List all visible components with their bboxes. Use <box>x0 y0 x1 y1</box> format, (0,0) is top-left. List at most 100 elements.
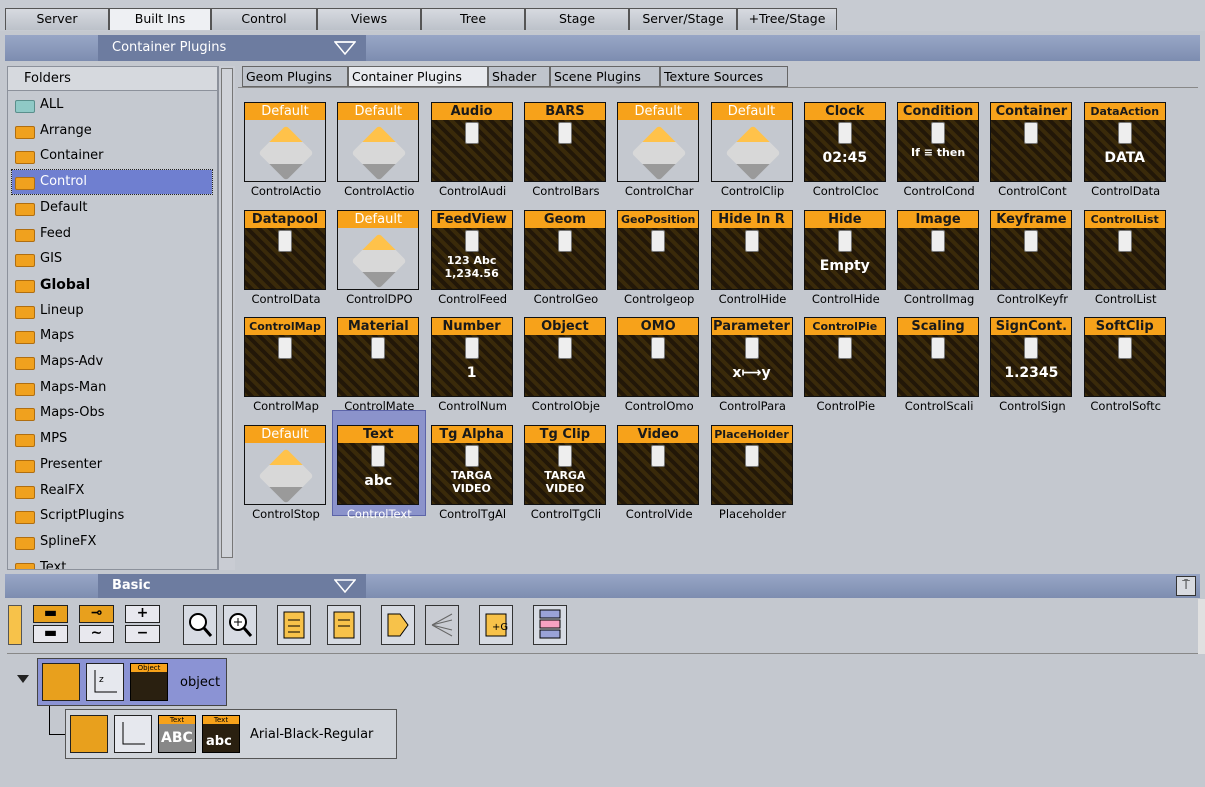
tab-container-plugins[interactable]: Container Plugins <box>348 66 488 87</box>
plugin-controldata[interactable]: Datapool ControlData <box>240 196 332 306</box>
collapse-tree-icon[interactable] <box>327 605 361 645</box>
folder-item-arrange[interactable]: Arrange <box>12 119 212 143</box>
plugin-controlhide[interactable]: Hide In R ControlHide <box>707 196 799 306</box>
folder-item-maps-man[interactable]: Maps-Man <box>12 376 212 400</box>
plugin-controlpara[interactable]: Parameter x⟼y ControlPara <box>707 303 799 413</box>
group-icon[interactable]: +G <box>479 605 513 645</box>
plugin-controlcond[interactable]: Condition If ≡ then ControlCond <box>893 88 985 198</box>
plugin-controlchar[interactable]: Default ControlChar <box>613 88 705 198</box>
split-icon[interactable] <box>425 605 459 645</box>
plugin-controlsign[interactable]: SignCont. 1.2345 ControlSign <box>986 303 1078 413</box>
folder-item-maps[interactable]: Maps <box>12 324 212 348</box>
remove-node-button[interactable]: ▬ <box>33 625 68 643</box>
plugin-controlomo[interactable]: OMO ControlOmo <box>613 303 705 413</box>
wave-button[interactable]: ∼ <box>79 625 114 643</box>
plugin-controlobje[interactable]: Object ControlObje <box>520 303 612 413</box>
plus-button[interactable]: + <box>125 605 160 623</box>
minus-button[interactable]: − <box>125 625 160 643</box>
plugin-controlgeo[interactable]: Geom ControlGeo <box>520 196 612 306</box>
folder-item-control[interactable]: Control <box>11 169 213 196</box>
folder-icon <box>15 125 35 139</box>
tab-server[interactable]: Server <box>5 8 109 30</box>
pin-icon[interactable]: ⍑ <box>1176 576 1196 596</box>
plugin-controlbars[interactable]: BARS ControlBars <box>520 88 612 198</box>
layout-icon[interactable] <box>533 605 567 645</box>
plugin-controlactio[interactable]: Default ControlActio <box>240 88 332 198</box>
folder-item-global[interactable]: Global <box>12 273 212 297</box>
expand-tree-icon[interactable] <box>277 605 311 645</box>
folder-item-default[interactable]: Default <box>12 196 212 220</box>
folder-item-lineup[interactable]: Lineup <box>12 299 212 323</box>
star-icon[interactable] <box>8 605 22 645</box>
tree-node-text[interactable]: Text ABC Text abc Arial-Black-Regular <box>65 709 397 759</box>
tab-tree[interactable]: Tree <box>421 8 525 30</box>
plugin-badge: Video <box>618 426 699 444</box>
folder-item-splinefx[interactable]: SplineFX <box>12 530 212 554</box>
plugin-controlmate[interactable]: Material ControlMate <box>333 303 425 413</box>
plugin-icon: ControlMap <box>244 317 326 398</box>
plugin-controlkeyfr[interactable]: Keyframe ControlKeyfr <box>986 196 1078 306</box>
plugin-controltgcli[interactable]: Tg Clip TARGA VIDEO ControlTgCli <box>520 411 612 521</box>
folder-item-maps-adv[interactable]: Maps-Adv <box>12 350 212 374</box>
plugin-controldata[interactable]: DataAction DATA ControlData <box>1080 88 1172 198</box>
plugin-placeholder[interactable]: PlaceHolder Placeholder <box>707 411 799 521</box>
tree-node-object[interactable]: z Object object <box>37 658 227 706</box>
scrollbar-thumb[interactable] <box>221 68 233 558</box>
folder-icon <box>15 511 35 525</box>
folder-item-maps-obs[interactable]: Maps-Obs <box>12 401 212 425</box>
tab-texture-sources[interactable]: Texture Sources <box>660 66 788 87</box>
basic-dropdown[interactable]: Basic <box>98 574 366 598</box>
abc-text: abc <box>206 734 232 749</box>
plugin-controlfeed[interactable]: FeedView 123 Abc 1,234.56 ControlFeed <box>427 196 519 306</box>
folder-item-realfx[interactable]: RealFX <box>12 479 212 503</box>
plugin-controlcloc[interactable]: Clock 02:45 ControlCloc <box>800 88 892 198</box>
plugin-controlaudi[interactable]: Audio ControlAudi <box>427 88 519 198</box>
tab-tree-stage[interactable]: +Tree/Stage <box>737 8 837 30</box>
merge-icon[interactable] <box>381 605 415 645</box>
folders-scrollbar[interactable] <box>218 66 235 570</box>
tab-scene-plugins[interactable]: Scene Plugins <box>550 66 660 87</box>
plugin-controltgal[interactable]: Tg Alpha TARGA VIDEO ControlTgAl <box>427 411 519 521</box>
add-node-button[interactable]: ▬ <box>33 605 68 623</box>
plugin-controldpo[interactable]: Default ControlDPO <box>333 196 425 306</box>
plugin-controlpie[interactable]: ControlPie ControlPie <box>800 303 892 413</box>
folder-item-all[interactable]: ALL <box>12 93 212 117</box>
plugin-art-text: 1.2345 <box>1004 365 1059 382</box>
tab-views[interactable]: Views <box>317 8 421 30</box>
plugin-controlscali[interactable]: Scaling ControlScali <box>893 303 985 413</box>
plugin-controlclip[interactable]: Default ControlClip <box>707 88 799 198</box>
plugin-controltext[interactable]: Text abc ControlText <box>332 410 427 521</box>
folder-item-container[interactable]: Container <box>12 144 212 168</box>
plugin-controlmap[interactable]: ControlMap ControlMap <box>240 303 332 413</box>
expand-arrow-icon[interactable] <box>16 674 30 684</box>
container-toggle-button[interactable]: ⊸ <box>79 605 114 623</box>
plugin-controlvide[interactable]: Video ControlVide <box>613 411 705 521</box>
plugin-controllist[interactable]: ControlList ControlList <box>1080 196 1172 306</box>
tab-control[interactable]: Control <box>211 8 317 30</box>
tab-built-ins[interactable]: Built Ins <box>109 8 211 30</box>
zoom-out-icon[interactable] <box>183 605 217 645</box>
plugin-controlhide[interactable]: Hide Empty ControlHide <box>800 196 892 306</box>
plugin-controlstop[interactable]: Default ControlStop <box>240 411 332 521</box>
plug-icon <box>1117 229 1132 252</box>
folder-icon <box>15 100 35 113</box>
tab-shader[interactable]: Shader <box>488 66 550 87</box>
folder-item-text[interactable]: Text <box>12 556 212 569</box>
plugin-controlcont[interactable]: Container ControlCont <box>986 88 1078 198</box>
plugin-controlgeop[interactable]: GeoPosition Controlgeop <box>613 196 705 306</box>
plugin-controlsoftc[interactable]: SoftClip ControlSoftc <box>1080 303 1172 413</box>
tab-server-stage[interactable]: Server/Stage <box>629 8 737 30</box>
folder-item-gis[interactable]: GIS <box>12 247 212 271</box>
plugin-category-dropdown[interactable]: Container Plugins <box>98 35 366 61</box>
text-geom-icon: Text ABC <box>158 715 196 753</box>
tab-geom-plugins[interactable]: Geom Plugins <box>242 66 348 87</box>
folder-item-feed[interactable]: Feed <box>12 222 212 246</box>
folder-item-presenter[interactable]: Presenter <box>12 453 212 477</box>
plugin-controlactio[interactable]: Default ControlActio <box>333 88 425 198</box>
plugin-controlnum[interactable]: Number 1 ControlNum <box>427 303 519 413</box>
tab-stage[interactable]: Stage <box>525 8 629 30</box>
zoom-in-icon[interactable] <box>223 605 257 645</box>
plugin-controlimag[interactable]: Image ControlImag <box>893 196 985 306</box>
folder-item-mps[interactable]: MPS <box>12 427 212 451</box>
folder-item-scriptplugins[interactable]: ScriptPlugins <box>12 504 212 528</box>
